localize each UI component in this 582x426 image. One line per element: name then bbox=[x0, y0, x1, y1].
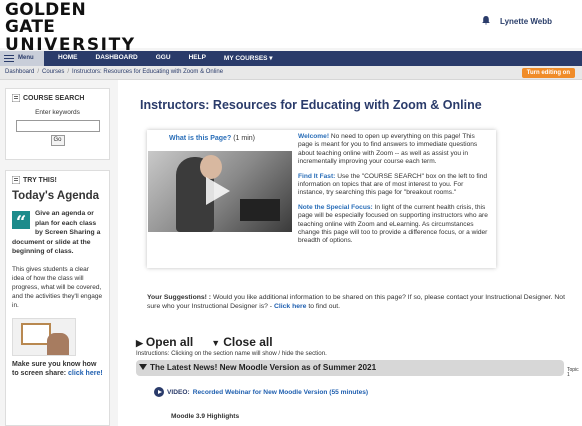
nav-home[interactable]: HOME bbox=[58, 54, 78, 62]
video-play-icon bbox=[154, 387, 164, 397]
video-label: VIDEO: bbox=[167, 388, 190, 396]
note-paragraph: Note the Special Focus: In light of the … bbox=[298, 204, 490, 246]
video-laptop-shape bbox=[240, 199, 280, 221]
nav-ggu[interactable]: GGU bbox=[156, 54, 171, 62]
breadcrumb-dashboard[interactable]: Dashboard bbox=[5, 69, 34, 75]
welcome-label: Welcome! bbox=[298, 133, 330, 140]
triangle-down-icon: ▼ bbox=[211, 338, 221, 348]
nav-dashboard[interactable]: DASHBOARD bbox=[96, 54, 138, 62]
section-header[interactable]: The Latest News! New Moodle Version as o… bbox=[136, 360, 564, 376]
open-close-controls: ▶ Open all ▼ Close all bbox=[136, 335, 273, 349]
nav-my-courses[interactable]: MY COURSES ▾ bbox=[224, 54, 273, 62]
open-all-button[interactable]: ▶ Open all bbox=[136, 335, 193, 349]
video-head-shape bbox=[200, 155, 222, 179]
section-title: The Latest News! New Moodle Version as o… bbox=[150, 363, 377, 372]
suggest-label: Your Suggestions! : bbox=[147, 294, 212, 301]
section-instructions: Instructions: Clicking on the section na… bbox=[136, 350, 327, 357]
breadcrumb-course[interactable]: Instructors: Resources for Educating wit… bbox=[72, 69, 223, 75]
intro-video[interactable] bbox=[148, 151, 292, 232]
suggest-tail: to find out. bbox=[306, 303, 341, 310]
go-button[interactable]: Go bbox=[50, 135, 65, 146]
moodle-highlights: Moodle 3.9 Highlights bbox=[171, 413, 240, 420]
breadcrumb: Dashboard / Courses / Instructors: Resources… bbox=[5, 69, 223, 75]
hand-shape bbox=[47, 332, 69, 355]
quote-icon: “ bbox=[12, 211, 30, 233]
what-is-this-time: (1 min) bbox=[233, 135, 255, 142]
page-title: Instructors: Resources for Educating wit… bbox=[140, 98, 482, 112]
video-link-row: VIDEO: Recorded Webinar for New Moodle V… bbox=[154, 387, 368, 397]
hamburger-icon bbox=[4, 55, 14, 62]
block-header: TRY THIS! bbox=[12, 176, 103, 184]
caret-down-icon bbox=[139, 364, 147, 370]
intro-text: Welcome! No need to open up everything o… bbox=[298, 133, 490, 252]
block-menu-icon[interactable] bbox=[12, 94, 20, 102]
open-all-label: Open all bbox=[145, 335, 194, 349]
agenda-quote: “ Give an agenda or plan for each class … bbox=[12, 209, 103, 257]
search-input[interactable] bbox=[15, 120, 100, 132]
try-this-title: TRY THIS! bbox=[23, 176, 57, 184]
find-it-paragraph: Find It Fast: Use the "COURSE SEARCH" bo… bbox=[298, 173, 490, 198]
breadcrumb-bar: Dashboard / Courses / Instructors: Resources… bbox=[0, 66, 582, 80]
find-it-label: Find It Fast: bbox=[298, 172, 336, 180]
main-content: Instructors: Resources for Educating wit… bbox=[118, 80, 582, 426]
logo-line-1: GOLDEN GATE bbox=[5, 0, 86, 37]
intro-box: What is this Page? (1 min) Welcome! No n… bbox=[147, 130, 496, 268]
menu-label: Menu bbox=[18, 55, 34, 61]
screen-share-tip: Make sure you know how to screen share: … bbox=[12, 360, 103, 379]
suggestions: Your Suggestions! : Would you like addit… bbox=[147, 293, 567, 311]
site-header: GOLDEN GATE UNIVERSITY eLearning Lynette… bbox=[0, 0, 582, 64]
nav-bar: Menu HOME DASHBOARD GGU HELP MY COURSES … bbox=[0, 51, 582, 66]
try-this-block: TRY THIS! Today's Agenda “ Give an agend… bbox=[5, 170, 110, 426]
welcome-paragraph: Welcome! No need to open up everything o… bbox=[298, 133, 490, 167]
triangle-right-icon: ▶ bbox=[136, 338, 143, 348]
screen-share-link[interactable]: click here! bbox=[68, 370, 103, 377]
agenda-description: This gives students a clear idea of how … bbox=[12, 265, 103, 309]
close-all-label: Close all bbox=[223, 335, 273, 349]
course-search-block: COURSE SEARCH Enter keywords Go bbox=[5, 88, 110, 160]
breadcrumb-separator: / bbox=[37, 69, 40, 75]
block-header: COURSE SEARCH bbox=[6, 89, 109, 107]
play-icon[interactable] bbox=[206, 177, 230, 205]
block-menu-icon[interactable] bbox=[12, 176, 20, 184]
agenda-heading: Today's Agenda bbox=[12, 190, 100, 202]
breadcrumb-courses[interactable]: Courses bbox=[42, 69, 64, 75]
breadcrumb-separator: / bbox=[67, 69, 70, 75]
nav-links: HOME DASHBOARD GGU HELP MY COURSES ▾ bbox=[58, 54, 291, 62]
video-link[interactable]: Recorded Webinar for New Moodle Version … bbox=[193, 389, 368, 396]
search-label: Enter keywords bbox=[35, 109, 80, 116]
suggest-link[interactable]: Click here bbox=[274, 303, 307, 310]
menu-button[interactable]: Menu bbox=[0, 51, 44, 66]
course-search-title: COURSE SEARCH bbox=[23, 94, 85, 102]
note-label: Note the Special Focus: bbox=[298, 203, 373, 211]
what-is-this-title: What is this Page? bbox=[169, 135, 232, 142]
nav-help[interactable]: HELP bbox=[189, 54, 206, 62]
bell-icon[interactable] bbox=[482, 16, 490, 25]
what-is-this-heading: What is this Page? (1 min) bbox=[169, 135, 255, 142]
topic-label: Topic 1 bbox=[567, 367, 579, 378]
user-menu[interactable]: Lynette Webb bbox=[500, 17, 552, 26]
turn-editing-button[interactable]: Turn editing on bbox=[521, 68, 575, 78]
whiteboard-image bbox=[12, 317, 76, 356]
close-all-button[interactable]: ▼ Close all bbox=[211, 335, 272, 349]
